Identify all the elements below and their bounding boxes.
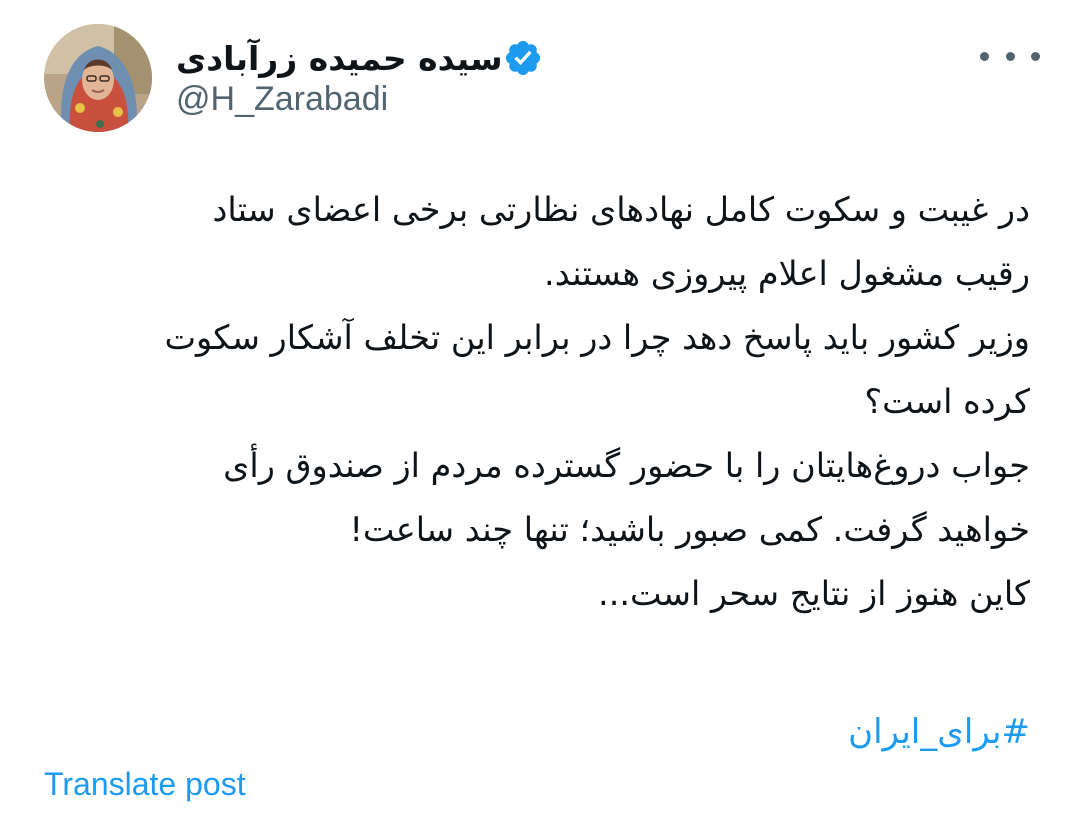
verified-badge-icon — [505, 40, 540, 76]
more-options-icon[interactable] — [980, 38, 1040, 74]
translate-post-link[interactable]: Translate post — [44, 762, 246, 806]
post-text-line: جواب دروغ‌هایتان را با حضور گسترده مردم … — [223, 446, 1030, 485]
hashtag-link[interactable]: #برای_ایران — [848, 700, 1030, 764]
post-text-line: رقیب مشغول اعلام پیروزی هستند. — [544, 254, 1030, 293]
author-avatar[interactable] — [44, 24, 152, 132]
post-text-line: کاین هنوز از نتایج سحر است... — [598, 574, 1030, 613]
author-handle[interactable]: @H_Zarabadi — [176, 80, 388, 119]
tweet-card: سیده حمیده زرآبادی @H_Zarabadi در غیبت و… — [0, 0, 1080, 821]
avatar-image — [44, 24, 152, 132]
post-text-line: خواهید گرفت. کمی صبور باشید؛ تنها چند سا… — [349, 510, 1030, 549]
post-text-line: وزیر کشور باید پاسخ دهد چرا در برابر این… — [164, 318, 1031, 357]
more-dot — [980, 51, 989, 61]
post-text: در غیبت و سکوت کامل نهادهای نظارتی برخی … — [40, 178, 1031, 626]
post-text-line: کرده است؟ — [864, 382, 1030, 421]
author-display-name[interactable]: سیده حمیده زرآبادی — [176, 39, 503, 78]
more-dot — [1005, 51, 1015, 61]
post-text-line: در غیبت و سکوت کامل نهادهای نظارتی برخی … — [212, 190, 1030, 229]
more-dot — [1031, 51, 1040, 61]
author-name-row[interactable]: سیده حمیده زرآبادی — [176, 30, 553, 86]
